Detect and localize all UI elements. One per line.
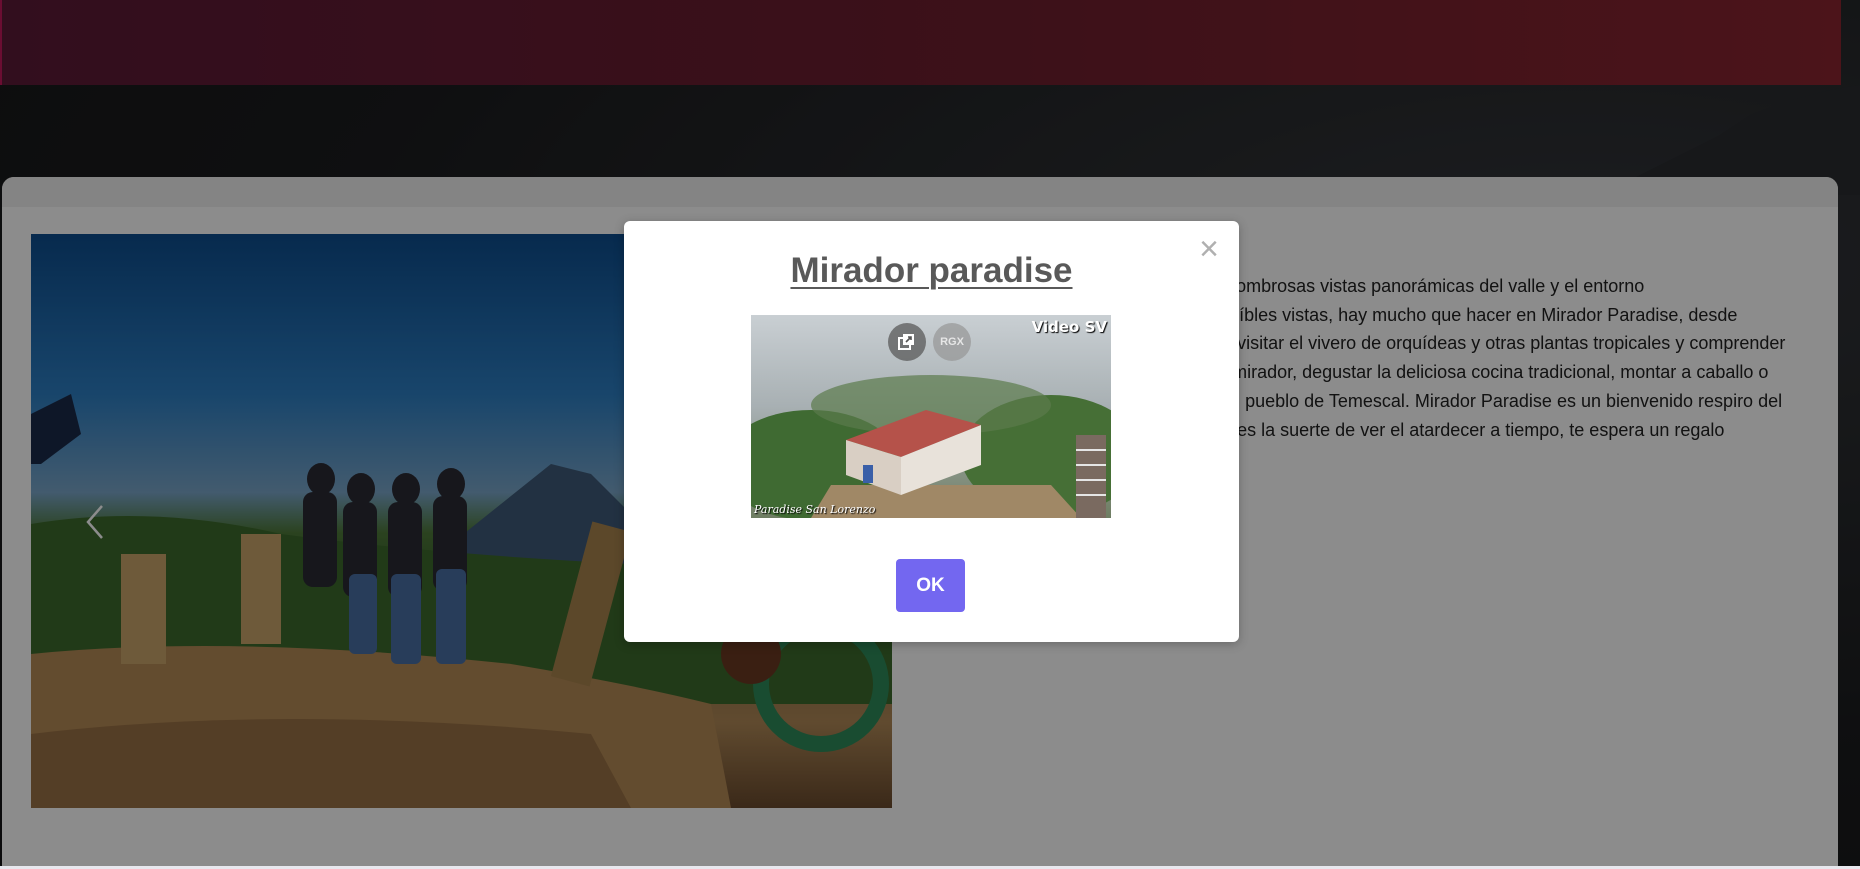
video-brand: Video SV	[1031, 318, 1107, 336]
rgx-button[interactable]: RGX	[933, 323, 971, 361]
modal-title: Mirador paradise	[790, 251, 1073, 290]
info-modal: × Mirador paradise RGX Video SV Paradise…	[624, 221, 1239, 642]
share-button[interactable]	[888, 323, 926, 361]
video-embed[interactable]: RGX Video SV Paradise San Lorenzo	[751, 315, 1111, 518]
video-caption: Paradise San Lorenzo	[754, 503, 876, 516]
video-thumbnail	[751, 315, 1111, 518]
share-icon	[898, 334, 914, 350]
ok-button[interactable]: OK	[896, 559, 965, 612]
